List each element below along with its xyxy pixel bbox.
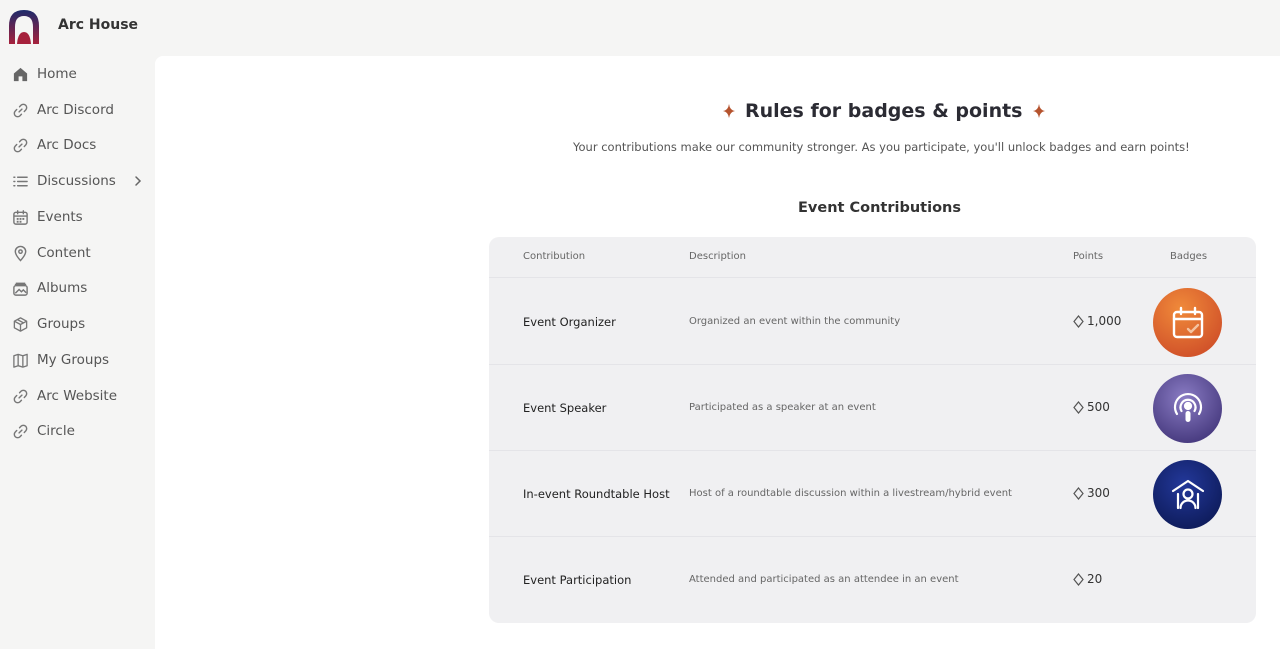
sidebar-item-arc-docs[interactable]: Arc Docs: [11, 130, 151, 160]
column-header-badges: Badges: [1170, 251, 1208, 262]
sidebar-item-label: My Groups: [37, 352, 110, 368]
table-row: Event Speaker Participated as a speaker …: [489, 365, 1256, 451]
sidebar-item-home[interactable]: Home: [11, 59, 151, 89]
link-icon: [11, 387, 29, 405]
cube-icon: [11, 315, 29, 333]
calendar-badge-icon: [1153, 288, 1222, 357]
sidebar-item-label: Albums: [37, 280, 88, 296]
points-value: 1,000: [1073, 314, 1121, 328]
sidebar: Home Arc Discord Arc Docs Discussions Ev…: [0, 56, 155, 649]
points-text: 20: [1087, 572, 1103, 586]
sidebar-item-label: Discussions: [37, 173, 116, 189]
brand-name[interactable]: Arc House: [58, 17, 138, 33]
sidebar-item-arc-discord[interactable]: Arc Discord: [11, 95, 151, 125]
arc-house-logo-icon[interactable]: [5, 6, 43, 46]
points-text: 500: [1087, 400, 1110, 414]
diamond-icon: [1073, 572, 1084, 586]
contribution-description: Host of a roundtable discussion within a…: [689, 488, 1012, 499]
list-icon: [11, 172, 29, 190]
album-icon: [11, 279, 29, 297]
host-badge-icon: [1153, 460, 1222, 529]
contribution-name: Event Participation: [523, 573, 632, 587]
contribution-description: Participated as a speaker at an event: [689, 402, 876, 413]
home-icon: [11, 65, 29, 83]
contribution-description: Attended and participated as an attendee…: [689, 574, 959, 585]
sidebar-item-label: Arc Discord: [37, 102, 114, 118]
column-header-contribution: Contribution: [523, 251, 586, 262]
sidebar-item-label: Groups: [37, 316, 86, 332]
sidebar-item-my-groups[interactable]: My Groups: [11, 345, 151, 375]
top-bar: Arc House: [0, 0, 1280, 56]
sidebar-item-label: Arc Website: [37, 388, 118, 404]
sidebar-item-label: Content: [37, 245, 91, 261]
table-row: Event Participation Attended and partici…: [489, 537, 1256, 623]
contribution-name: Event Organizer: [523, 315, 616, 329]
main-content: Rules for badges & points Your contribut…: [155, 56, 1280, 649]
page-subtitle: Your contributions make our community st…: [573, 140, 1190, 154]
page-header: Rules for badges & points: [723, 100, 1045, 122]
podcast-badge-icon: [1153, 374, 1222, 443]
map-pin-icon: [11, 244, 29, 262]
contribution-name: In-event Roundtable Host: [523, 487, 670, 501]
link-icon: [11, 422, 29, 440]
points-value: 500: [1073, 400, 1110, 414]
sidebar-item-label: Home: [37, 66, 77, 82]
sidebar-item-content[interactable]: Content: [11, 238, 151, 268]
map-icon: [11, 351, 29, 369]
page-title: Rules for badges & points: [745, 100, 1023, 122]
table-row: In-event Roundtable Host Host of a round…: [489, 451, 1256, 537]
sidebar-item-discussions[interactable]: Discussions: [11, 166, 151, 196]
sidebar-item-events[interactable]: Events: [11, 202, 151, 232]
sidebar-item-groups[interactable]: Groups: [11, 309, 151, 339]
contribution-description: Organized an event within the community: [689, 316, 901, 327]
points-text: 1,000: [1087, 314, 1122, 328]
points-text: 300: [1087, 486, 1110, 500]
sidebar-item-arc-website[interactable]: Arc Website: [11, 381, 151, 411]
chevron-right-icon[interactable]: [131, 173, 145, 189]
link-icon: [11, 101, 29, 119]
diamond-icon: [1073, 314, 1084, 328]
section-title: Event Contributions: [798, 200, 961, 216]
sidebar-item-albums[interactable]: Albums: [11, 273, 151, 303]
contribution-name: Event Speaker: [523, 401, 607, 415]
points-value: 300: [1073, 486, 1110, 500]
table-row: Event Organizer Organized an event withi…: [489, 279, 1256, 365]
diamond-icon: [1073, 486, 1084, 500]
column-header-description: Description: [689, 251, 746, 262]
sidebar-item-label: Circle: [37, 423, 75, 439]
table-header: Contribution Description Points Badges: [489, 237, 1256, 278]
diamond-icon: [1073, 400, 1084, 414]
column-header-points: Points: [1073, 251, 1104, 262]
sparkle-icon: [723, 104, 735, 118]
calendar-icon: [11, 208, 29, 226]
points-value: 20: [1073, 572, 1102, 586]
sidebar-item-circle[interactable]: Circle: [11, 416, 151, 446]
sidebar-item-label: Events: [37, 209, 83, 225]
sidebar-item-label: Arc Docs: [37, 137, 97, 153]
link-icon: [11, 136, 29, 154]
sparkle-icon: [1032, 104, 1045, 118]
contributions-table: Contribution Description Points Badges E…: [489, 237, 1256, 623]
